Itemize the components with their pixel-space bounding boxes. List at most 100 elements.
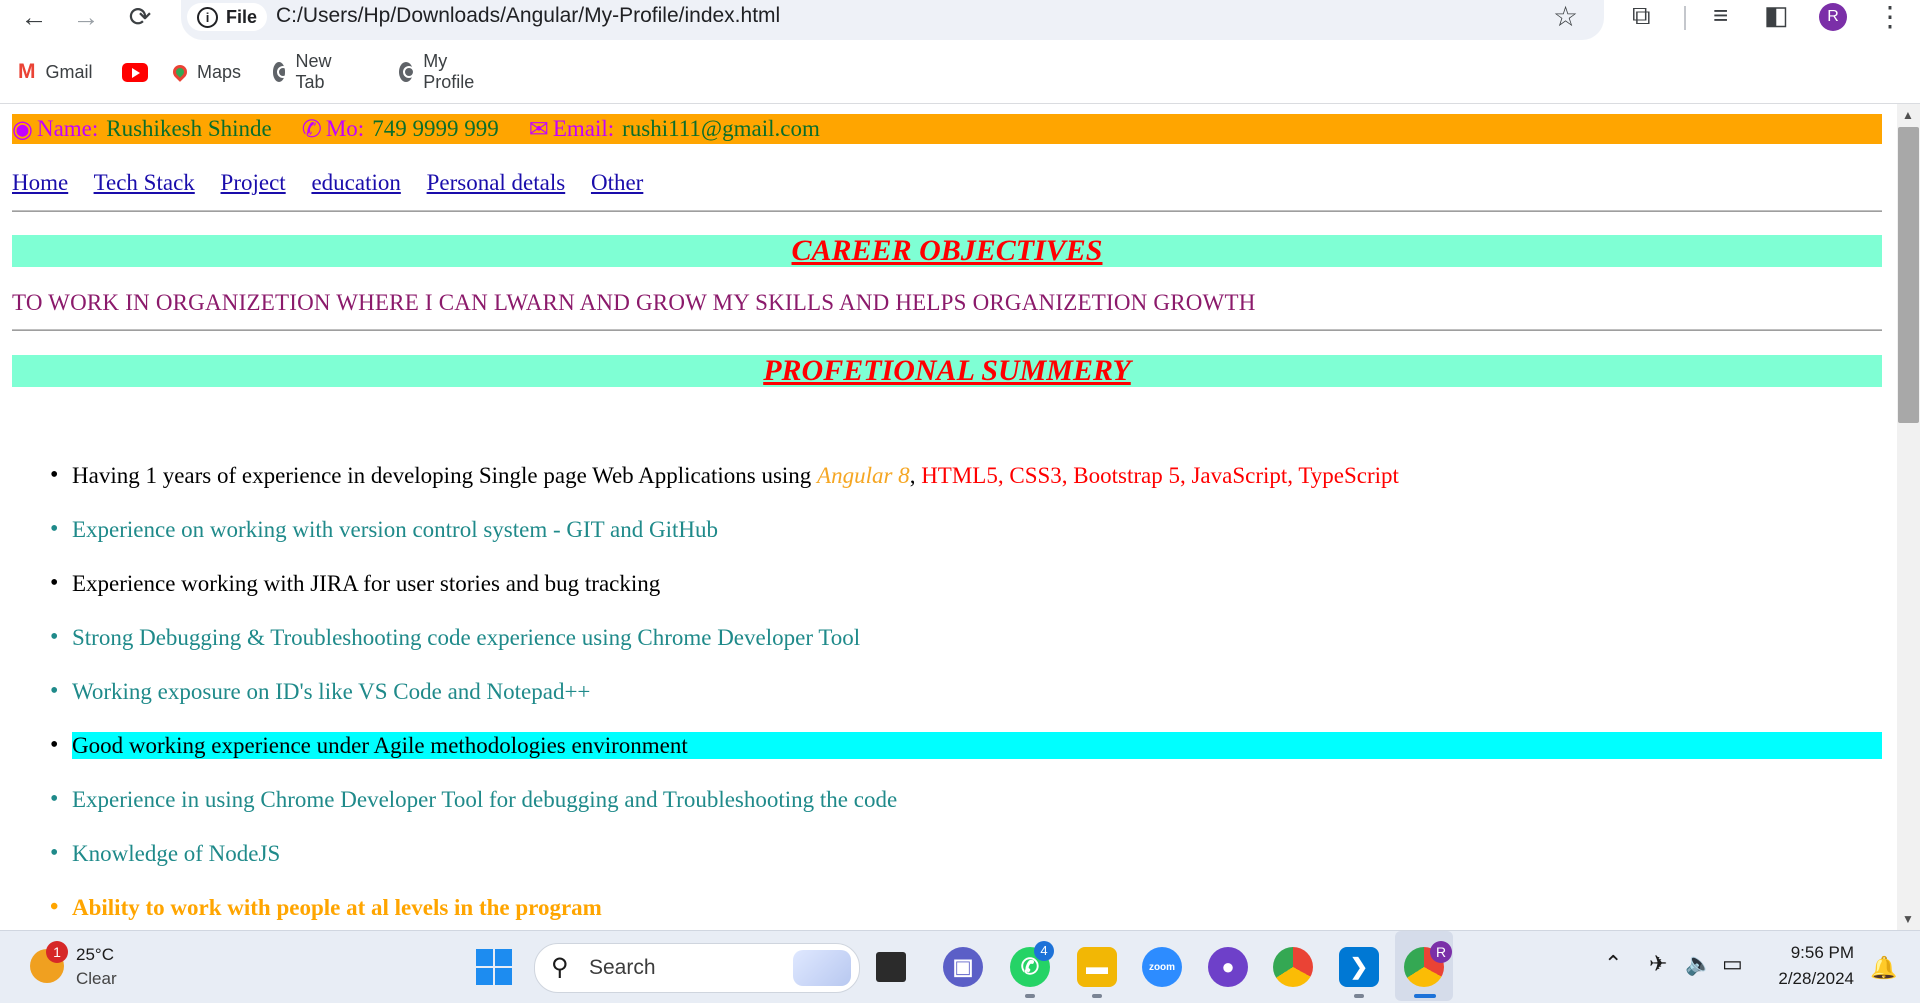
email-value: rushi111@gmail.com [622, 116, 820, 141]
nav-link-tech-stack[interactable]: Tech Stack [94, 170, 195, 195]
bookmark-gmail[interactable]: M Gmail [18, 58, 93, 86]
clock-time[interactable]: 9:56 PM [1790, 943, 1854, 963]
contact-bar: ◉ Name: Rushikesh Shinde ✆ Mo: 749 9999 … [12, 114, 1882, 144]
contact-name: ◉ Name: Rushikesh Shinde [12, 115, 272, 144]
summary-text: Having 1 years of experience in developi… [72, 463, 818, 488]
search-highlight-image [793, 950, 851, 986]
main-nav: Home Tech Stack Project education Person… [12, 170, 663, 196]
list-item: Knowledge of NodeJS [50, 840, 280, 867]
active-indicator [1414, 994, 1436, 998]
windows-taskbar: 1 25°C Clear ⚲ Search ▣ ✆ 4 ▬ zoom ● ❯ R… [0, 930, 1920, 1003]
battery-icon[interactable]: ▭ [1722, 951, 1743, 977]
zoom-label: zoom [1148, 961, 1176, 973]
toolbar-divider [1684, 6, 1686, 30]
running-indicator [1092, 994, 1102, 998]
nav-link-other[interactable]: Other [591, 170, 643, 195]
clock-date[interactable]: 2/28/2024 [1770, 969, 1854, 989]
divider [12, 329, 1882, 331]
mobile-label: Mo: [325, 116, 365, 141]
bookmark-label: My Profile [423, 51, 475, 92]
list-item: Experience in using Chrome Developer Too… [50, 786, 897, 813]
mobile-value: 749 9999 999 [372, 116, 499, 141]
globe-icon [399, 62, 416, 82]
task-view-icon[interactable] [876, 952, 906, 982]
notification-bell-icon[interactable]: 🔔 [1870, 955, 1897, 981]
chrome-icon[interactable] [1273, 947, 1313, 987]
separator: , [909, 463, 922, 488]
bookmark-label: New Tab [295, 51, 332, 92]
weather-condition[interactable]: Clear [76, 969, 117, 989]
gmail-icon: M [18, 60, 36, 83]
airplane-icon[interactable]: ✈ [1649, 951, 1667, 977]
zoom-icon[interactable]: zoom [1142, 947, 1182, 987]
temperature[interactable]: 25°C [76, 945, 114, 965]
envelope-icon: ✉ [528, 116, 549, 143]
github-icon[interactable]: ● [1208, 947, 1248, 987]
taskbar-search[interactable]: ⚲ Search [534, 943, 860, 993]
contact-email: ✉ Email: rushi111@gmail.com [529, 115, 820, 144]
teams-icon[interactable]: ▣ [943, 947, 983, 987]
bookmark-new-tab[interactable]: New Tab [273, 51, 339, 92]
address-bar[interactable]: i File C:/Users/Hp/Downloads/Angular/My-… [181, 0, 1604, 40]
menu-kebab-icon[interactable]: ⋮ [1876, 0, 1904, 33]
browser-toolbar: ← → ⟳ i File C:/Users/Hp/Downloads/Angul… [0, 0, 1920, 104]
bookmark-youtube[interactable] [122, 58, 148, 86]
url-text[interactable]: C:/Users/Hp/Downloads/Angular/My-Profile… [276, 4, 780, 28]
vscode-icon[interactable]: ❯ [1339, 947, 1379, 987]
forward-arrow-icon[interactable]: → [66, 0, 106, 34]
scroll-down-arrow-icon[interactable]: ▼ [1902, 912, 1914, 926]
list-item: Experience working with JIRA for user st… [50, 570, 660, 597]
reading-list-icon[interactable]: ≡ [1713, 0, 1728, 31]
list-item: Ability to work with people at al levels… [50, 894, 602, 921]
running-indicator [1354, 994, 1364, 998]
weather-badge: 1 [46, 941, 68, 963]
reload-icon[interactable]: ⟳ [120, 0, 160, 34]
nav-link-education[interactable]: education [311, 170, 400, 195]
file-explorer-icon[interactable]: ▬ [1077, 947, 1117, 987]
extensions-icon[interactable]: ⧉ [1632, 0, 1651, 32]
bookmark-my-profile[interactable]: My Profile [399, 51, 480, 92]
list-item: Strong Debugging & Troubleshooting code … [50, 624, 860, 651]
nav-link-home[interactable]: Home [12, 170, 68, 195]
nav-link-project[interactable]: Project [221, 170, 286, 195]
bookmark-maps[interactable]: Maps [170, 58, 241, 86]
maps-icon [170, 62, 190, 82]
nav-link-personal-details[interactable]: Personal detals [427, 170, 566, 195]
list-item: Experience on working with version contr… [50, 516, 718, 543]
email-label: Email: [552, 116, 615, 141]
chrome-profile-badge: R [1430, 941, 1452, 963]
list-item: Working exposure on ID's like VS Code an… [50, 678, 590, 705]
list-item-highlighted: Good working experience under Agile meth… [50, 732, 1882, 759]
contact-mobile: ✆ Mo: 749 9999 999 [302, 115, 499, 144]
youtube-icon [122, 62, 148, 82]
info-icon: i [197, 6, 218, 28]
back-arrow-icon[interactable]: ← [14, 0, 54, 34]
whatsapp-badge: 4 [1034, 941, 1054, 961]
divider [12, 210, 1882, 212]
tech-list: HTML5, CSS3, Bootstrap 5, JavaScript, Ty… [921, 463, 1399, 488]
name-value: Rushikesh Shinde [106, 116, 272, 141]
career-objective-text: TO WORK IN ORGANIZETION WHERE I CAN LWAR… [12, 290, 1256, 315]
bookmark-label: Gmail [45, 61, 93, 82]
professional-summary-heading: PROFETIONAL SUMMERY [12, 355, 1882, 387]
running-indicator [1025, 994, 1035, 998]
angular-version: Angular 8 [817, 463, 910, 488]
profile-avatar[interactable]: R [1819, 3, 1847, 31]
bookmark-star-icon[interactable]: ☆ [1553, 0, 1578, 33]
chevron-up-icon[interactable]: ⌃ [1604, 951, 1622, 977]
speaker-icon[interactable]: 🔈 [1685, 951, 1712, 977]
list-item: Having 1 years of experience in developi… [50, 462, 1399, 489]
phone-icon: ✆ [301, 116, 322, 143]
scroll-up-arrow-icon[interactable]: ▲ [1902, 108, 1914, 122]
user-circle-icon: ◉ [12, 116, 33, 143]
page-viewport: ◉ Name: Rushikesh Shinde ✆ Mo: 749 9999 … [0, 104, 1897, 930]
windows-start-icon[interactable] [476, 949, 512, 985]
scrollbar-thumb[interactable] [1898, 127, 1919, 423]
site-info-chip[interactable]: i File [187, 3, 268, 31]
name-label: Name: [36, 116, 99, 141]
search-icon: ⚲ [551, 954, 569, 981]
side-panel-icon[interactable]: ◧ [1764, 0, 1789, 31]
career-objectives-heading: CAREER OBJECTIVES [12, 235, 1882, 267]
globe-icon [273, 62, 290, 82]
search-placeholder: Search [589, 956, 656, 979]
